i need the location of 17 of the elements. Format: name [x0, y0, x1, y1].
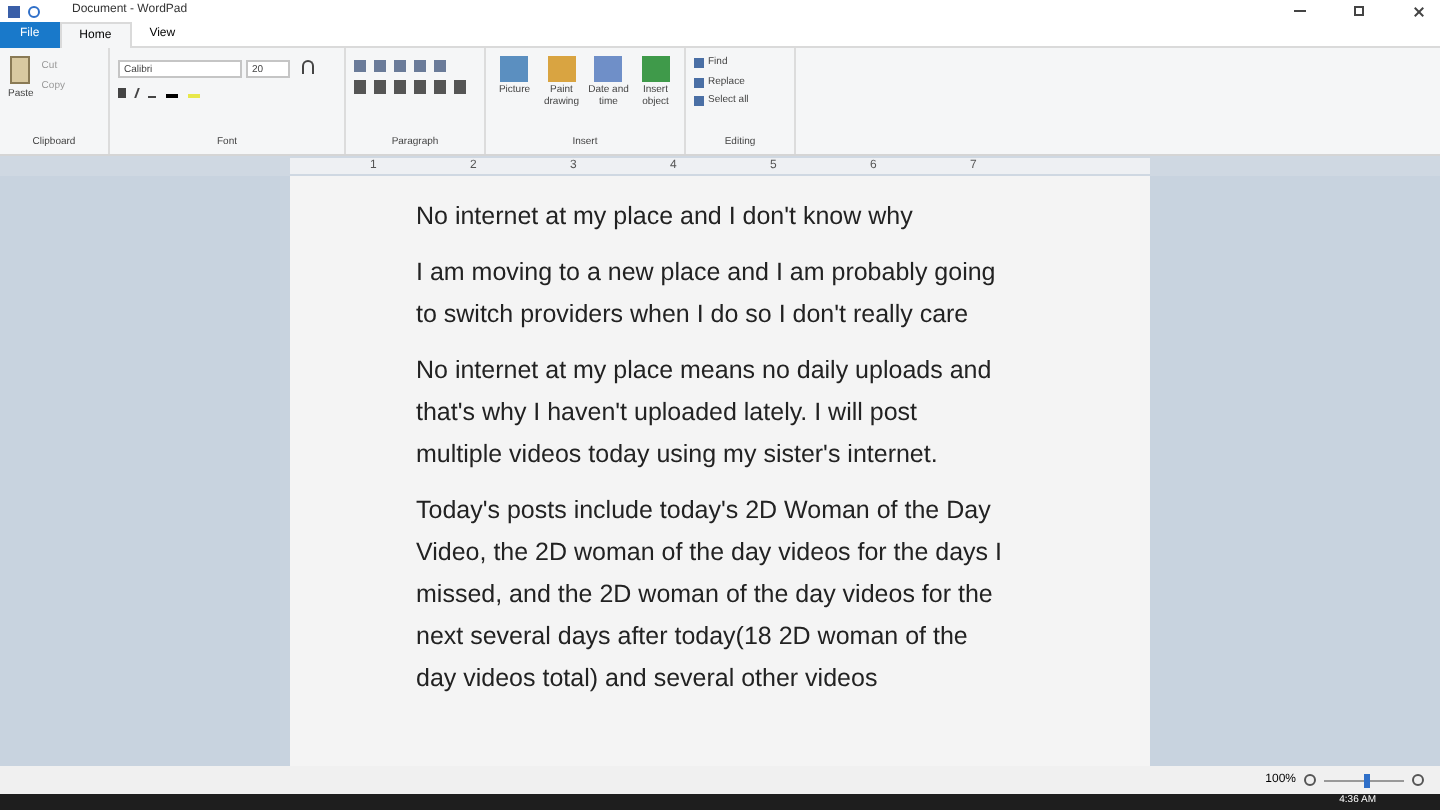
zoom-out-icon[interactable]: [1304, 774, 1316, 786]
text-line: missed, and the 2D woman of the day videos for the: [416, 578, 995, 612]
text-line: day videos total) and several other videos: [416, 662, 880, 696]
save-icon[interactable]: [8, 5, 20, 17]
text-line: No internet at my place and I don't know why: [416, 200, 915, 234]
text-line: No internet at my place means no daily uploads and: [416, 354, 994, 388]
text-line: Today's posts include today's 2D Woman of the Day: [416, 494, 993, 528]
text-line: multiple videos today using my sister's internet.: [416, 438, 940, 472]
close-icon[interactable]: [1412, 5, 1424, 17]
text-line: next several days after today(18 2D woman of the: [416, 620, 970, 654]
restore-icon[interactable]: [1354, 6, 1364, 16]
text-line: that's why I haven't uploaded lately. I will post: [416, 396, 920, 430]
clipboard-icon[interactable]: [10, 56, 31, 84]
text-line: I am moving to a new place and I am probably going: [416, 256, 998, 290]
zoom-in-icon[interactable]: [1412, 774, 1424, 786]
text-line: to switch providers when I do so I don't really care: [416, 298, 971, 332]
text-line: Video, the 2D woman of the day videos for the days I: [416, 536, 1004, 570]
